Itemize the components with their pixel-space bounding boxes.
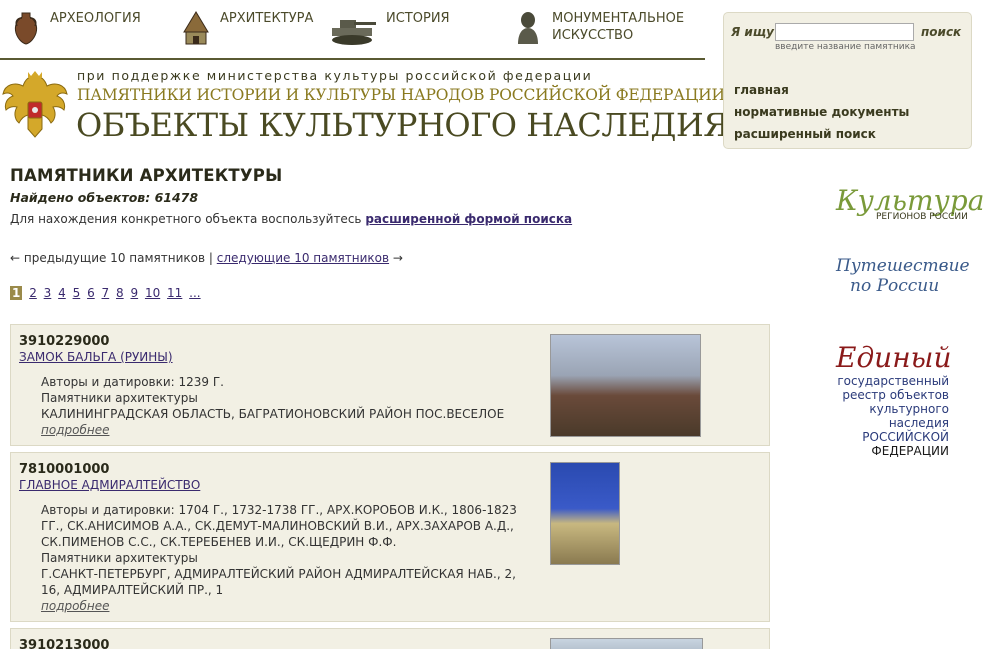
page-link[interactable]: 9	[130, 286, 138, 300]
page-link[interactable]: 10	[145, 286, 160, 300]
nav-item-history[interactable]: ИСТОРИЯ	[330, 10, 450, 46]
next-link[interactable]: следующие 10 памятников	[217, 251, 389, 265]
page-link[interactable]: 8	[116, 286, 124, 300]
page-link[interactable]: 2	[29, 286, 37, 300]
header-objects: ОБЪЕКТЫ КУЛЬТУРНОГО НАСЛЕДИЯ	[76, 106, 729, 144]
banner-registry-title: Единый	[836, 341, 952, 374]
item-authors: Авторы и датировки: 1239 Г.	[41, 375, 224, 389]
banner-kultura[interactable]: Культура РЕГИОНОВ РОССИИ	[836, 186, 984, 223]
next-arrow: →	[392, 251, 403, 265]
page-current: 1	[10, 286, 23, 300]
banner-registry-line: реестр объектов	[842, 388, 949, 402]
page-link[interactable]: 3	[44, 286, 52, 300]
item-more-link[interactable]: подробнее	[41, 599, 109, 613]
item-category: Памятники архитектуры	[41, 391, 198, 405]
side-link-home[interactable]: главная	[734, 79, 909, 101]
item-name-link[interactable]: ЗАМОК БАЛЬГА (РУИНЫ)	[19, 350, 173, 364]
banner-travel-line2: по России	[850, 276, 940, 296]
found-label: Найдено объектов:	[10, 190, 151, 205]
pagination: 1 2 3 4 5 6 7 8 9 10 11 ...	[10, 286, 770, 300]
result-item: 3910213000	[10, 628, 770, 649]
search-label: Я ищу	[731, 25, 774, 39]
amphora-icon	[14, 12, 38, 45]
item-address: Г.САНКТ-ПЕТЕРБУРГ, АДМИРАЛТЕЙСКИЙ РАЙОН …	[41, 567, 516, 597]
russian-coat-of-arms-icon[interactable]	[0, 68, 70, 148]
site-header: при поддержке министерства культуры росс…	[0, 62, 729, 150]
item-details: Авторы и датировки: 1239 Г. Памятники ар…	[41, 374, 531, 438]
banner-registry-line: государственный	[837, 374, 949, 388]
page-link[interactable]: 11	[167, 286, 182, 300]
nav-label: ИСТОРИЯ	[386, 11, 450, 26]
side-link-advanced-search[interactable]: расширенный поиск	[734, 123, 909, 145]
banner-registry[interactable]: Единый государственный реестр объектов к…	[836, 341, 952, 459]
item-photo[interactable]	[550, 334, 701, 437]
nav-item-archaeology[interactable]: АРХЕОЛОГИЯ	[10, 10, 141, 46]
item-code: 3910213000	[19, 638, 110, 649]
result-item: 7810001000 ГЛАВНОЕ АДМИРАЛТЕЙСТВО Авторы…	[10, 452, 770, 622]
item-category: Памятники архитектуры	[41, 551, 198, 565]
header-monuments: ПАМЯТНИКИ ИСТОРИИ И КУЛЬТУРЫ НАРОДОВ РОС…	[77, 86, 725, 104]
tank-icon	[332, 20, 376, 45]
separator: |	[208, 251, 213, 265]
item-name-link[interactable]: ГЛАВНОЕ АДМИРАЛТЕЙСТВО	[19, 478, 200, 492]
page-link-more[interactable]: ...	[189, 286, 200, 300]
item-code: 3910229000	[19, 334, 110, 349]
nav-item-monumental-art[interactable]: МОНУМЕНТАЛЬНОЕ ИСКУССТВО	[512, 10, 685, 46]
item-authors: Авторы и датировки: 1704 Г., 1732-1738 Г…	[41, 503, 517, 549]
advanced-search-link[interactable]: расширенной формой поиска	[365, 212, 572, 226]
search-hint: введите название памятника	[775, 42, 916, 52]
support-line: при поддержке министерства культуры росс…	[77, 68, 593, 83]
search-hint-line: Для нахождения конкретного объекта воспо…	[10, 212, 770, 226]
item-photo[interactable]	[550, 638, 703, 649]
prev-label: ← предыдущие 10 памятников	[10, 251, 206, 265]
search-panel: Я ищу поиск введите название памятника г…	[723, 12, 972, 149]
nav-label: АРХИТЕКТУРА	[220, 11, 314, 26]
page-title: ПАМЯТНИКИ АРХИТЕКТУРЫ	[10, 166, 283, 185]
side-link-documents[interactable]: нормативные документы	[734, 101, 909, 123]
page-link[interactable]: 4	[58, 286, 66, 300]
item-photo[interactable]	[550, 462, 620, 565]
item-more-link[interactable]: подробнее	[41, 423, 109, 437]
hint-text: Для нахождения конкретного объекта воспо…	[10, 212, 362, 226]
banner-registry-line: культурного наследия	[869, 402, 949, 430]
banner-travel[interactable]: Путешествие по России	[836, 256, 970, 296]
search-button[interactable]: поиск	[921, 25, 961, 39]
banner-registry-line: ФЕДЕРАЦИИ	[871, 444, 949, 458]
page-link[interactable]: 6	[87, 286, 95, 300]
found-count-line: Найдено объектов: 61478	[10, 190, 770, 205]
search-input[interactable]	[775, 23, 914, 41]
category-nav: АРХЕОЛОГИЯ АРХИТЕКТУРА ИСТОРИЯ МОНУМЕНТА…	[0, 0, 705, 60]
nav-label: АРХЕОЛОГИЯ	[50, 11, 141, 26]
bust-statue-icon	[518, 12, 538, 44]
item-code: 7810001000	[19, 462, 110, 477]
tent-building-icon	[183, 11, 209, 45]
item-details: Авторы и датировки: 1704 Г., 1732-1738 Г…	[41, 502, 531, 614]
found-count: 61478	[154, 190, 199, 205]
main-content: ПАМЯТНИКИ АРХИТЕКТУРЫ Найдено объектов: …	[10, 166, 770, 300]
banner-registry-line: РОССИЙСКОЙ	[862, 430, 949, 444]
prev-next-nav: ← предыдущие 10 памятников | следующие 1…	[10, 251, 770, 265]
nav-label: МОНУМЕНТАЛЬНОЕ ИСКУССТВО	[552, 11, 685, 43]
side-nav: главная нормативные документы расширенны…	[734, 79, 909, 145]
nav-item-architecture[interactable]: АРХИТЕКТУРА	[180, 10, 313, 46]
banner-travel-line1: Путешествие	[836, 256, 970, 276]
page-link[interactable]: 5	[73, 286, 81, 300]
page-link[interactable]: 7	[102, 286, 110, 300]
result-item: 3910229000 ЗАМОК БАЛЬГА (РУИНЫ) Авторы и…	[10, 324, 770, 446]
item-address: КАЛИНИНГРАДСКАЯ ОБЛАСТЬ, БАГРАТИОНОВСКИЙ…	[41, 407, 505, 421]
